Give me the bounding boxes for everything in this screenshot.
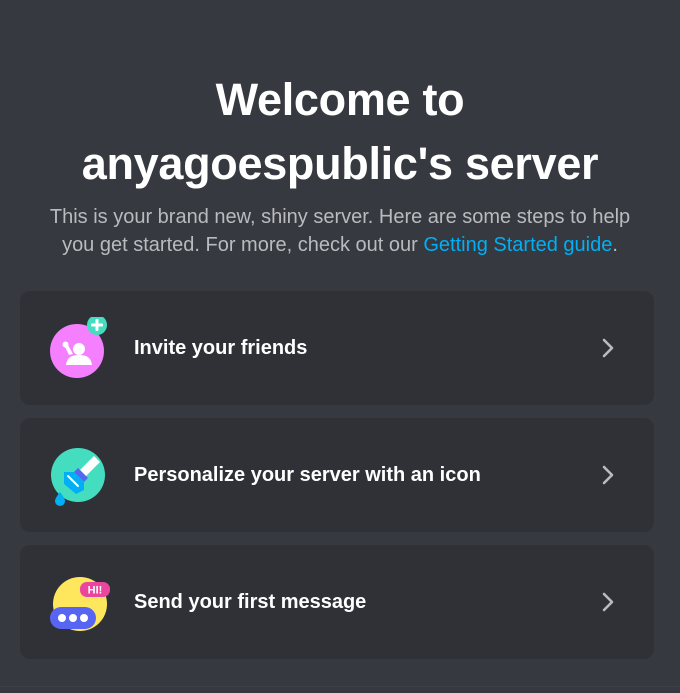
personalize-brush-icon — [48, 444, 112, 508]
page-title: Welcome to anyagoespublic's server — [0, 68, 680, 196]
title-line-1: Welcome to — [215, 74, 465, 125]
welcome-screen: Welcome to anyagoespublic's server This … — [0, 0, 680, 693]
chevron-right-icon — [596, 463, 620, 487]
welcome-subtitle: This is your brand new, shiny server. He… — [30, 203, 650, 259]
invite-friends-icon — [48, 315, 112, 381]
personalize-server-card[interactable]: Personalize your server with an icon — [20, 418, 654, 532]
message-bubble-icon: HI! — [48, 571, 112, 635]
subtitle-line-2-suffix: . — [612, 234, 618, 256]
card-label: Send your first message — [134, 591, 367, 613]
bottom-divider — [0, 686, 680, 687]
card-label: Invite your friends — [134, 337, 308, 359]
hi-badge-text: HI! — [88, 585, 103, 597]
chevron-right-icon — [596, 336, 620, 360]
invite-friends-card[interactable]: Invite your friends — [20, 291, 654, 405]
title-line-2: anyagoespublic's server — [81, 138, 599, 189]
send-message-card[interactable]: HI! Send your first message — [20, 545, 654, 659]
card-label: Personalize your server with an icon — [134, 464, 481, 486]
getting-started-guide-link[interactable]: Getting Started guide — [423, 234, 612, 256]
subtitle-line-2-prefix: you get started. For more, check out our — [62, 234, 424, 256]
chevron-right-icon — [596, 590, 620, 614]
subtitle-line-1: This is your brand new, shiny server. He… — [49, 206, 631, 228]
